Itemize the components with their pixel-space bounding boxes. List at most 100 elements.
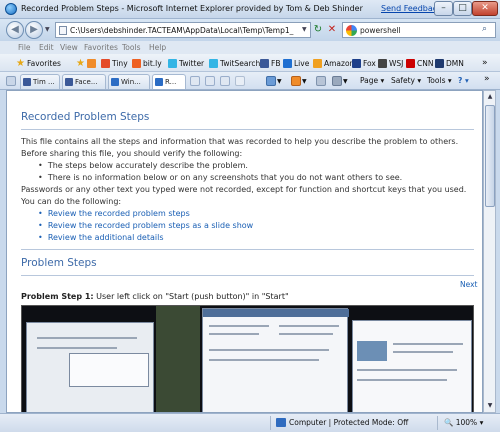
menu-view[interactable]: View xyxy=(60,43,78,52)
favorite-live[interactable]: Live xyxy=(283,57,309,69)
scroll-thumb[interactable] xyxy=(485,105,495,207)
stop-button[interactable]: ✕ xyxy=(325,22,339,38)
review-steps-link[interactable]: • Review the recorded problem steps xyxy=(38,209,190,218)
menu-tools[interactable]: Tools xyxy=(122,43,140,52)
google-icon xyxy=(346,25,357,36)
menu-edit[interactable]: Edit xyxy=(39,43,54,52)
menu-favorites[interactable]: Favorites xyxy=(84,43,118,52)
favorite-twitsearch[interactable]: TwitSearch xyxy=(209,57,260,69)
title-divider xyxy=(21,129,474,130)
address-dropdown-icon[interactable]: ▼ xyxy=(302,26,307,33)
zoom-icon: 🔍 xyxy=(444,418,454,427)
address-toolbar: ◀ ▶ ▼ C:\Users\debshinder.TACTEAM\AppDat… xyxy=(0,19,500,41)
favorite-fox[interactable]: Fox xyxy=(352,57,376,69)
menu-bar: File Edit View Favorites Tools Help xyxy=(0,41,500,54)
search-box[interactable]: ⌕ xyxy=(342,22,496,38)
add-favorite-button[interactable]: ★ xyxy=(76,57,87,69)
bitly-icon xyxy=(132,58,141,68)
step-screenshot[interactable] xyxy=(21,305,474,412)
tab-icon-3[interactable] xyxy=(220,76,230,86)
back-arrow-icon: ◀ xyxy=(11,24,19,35)
options-intro: You can do the following: xyxy=(21,197,122,206)
command-overflow-icon[interactable]: » xyxy=(484,74,490,84)
security-zone[interactable]: Computer | Protected Mode: Off xyxy=(276,418,408,427)
menu-help[interactable]: Help xyxy=(149,43,166,52)
address-url[interactable]: C:\Users\debshinder.TACTEAM\AppData\Loca… xyxy=(70,26,298,35)
favorite-wsj[interactable]: WSJ xyxy=(378,57,403,69)
scroll-up-icon[interactable]: ▲ xyxy=(485,92,495,102)
back-button[interactable]: ◀ xyxy=(6,21,24,39)
zoom-level[interactable]: 🔍 100% ▾ xyxy=(444,418,483,427)
refresh-button[interactable]: ↻ xyxy=(311,22,325,38)
favorite-cnn[interactable]: CNN xyxy=(406,57,433,69)
menu-file[interactable]: File xyxy=(18,43,31,52)
bullet-item: • There is no information below or on an… xyxy=(38,173,403,182)
forward-arrow-icon: ▶ xyxy=(30,24,38,35)
feeds-dropdown-icon[interactable]: ▼ xyxy=(302,78,307,85)
tab-tim[interactable]: Tim ... xyxy=(20,74,60,89)
review-details-link[interactable]: • Review the additional details xyxy=(38,233,164,242)
favorite-twitter[interactable]: Twitter xyxy=(168,57,204,69)
tab-recorded-steps-icon xyxy=(155,78,163,86)
quick-tabs-icon[interactable] xyxy=(6,76,16,86)
favorites-button[interactable]: ★ Favorites xyxy=(16,57,61,69)
review-slideshow-link[interactable]: • Review the recorded problem steps as a… xyxy=(38,221,253,230)
tab-windows[interactable]: Win... xyxy=(108,74,150,89)
page-menu[interactable]: Page ▾ xyxy=(360,76,384,85)
tab-icon-1[interactable] xyxy=(190,76,200,86)
screenshot-window xyxy=(202,308,349,412)
close-button[interactable]: ✕ xyxy=(472,1,498,16)
tab-facebook[interactable]: Face... xyxy=(62,74,106,89)
tab-recorded-steps[interactable]: R... xyxy=(152,74,186,89)
vertical-scrollbar[interactable]: ▲ ▼ xyxy=(483,90,496,413)
favorites-bar: ★ Favorites ★ Tiny bit.ly Twitter TwitSe… xyxy=(0,54,500,72)
mail-icon[interactable] xyxy=(316,76,326,86)
new-tab-icon[interactable] xyxy=(235,76,245,86)
title-bar: Recorded Problem Steps - Microsoft Inter… xyxy=(0,0,500,19)
help-menu[interactable]: ? ▾ xyxy=(458,76,469,85)
window-title: Recorded Problem Steps - Microsoft Inter… xyxy=(21,4,363,13)
favorite-fb[interactable]: FB xyxy=(260,57,280,69)
screenshot-photo xyxy=(156,306,200,412)
favorites-overflow-icon[interactable]: » xyxy=(482,57,488,69)
cnn-icon xyxy=(406,58,415,68)
minimize-icon: – xyxy=(441,3,446,13)
print-icon[interactable] xyxy=(332,76,342,86)
safety-menu[interactable]: Safety ▾ xyxy=(391,76,421,85)
search-input[interactable] xyxy=(360,24,478,36)
twitsearch-icon xyxy=(209,58,218,68)
feeds-icon[interactable] xyxy=(291,76,301,86)
send-feedback-link[interactable]: Send Feedback xyxy=(381,4,442,13)
home-dropdown-icon[interactable]: ▼ xyxy=(277,78,282,85)
minimize-button[interactable]: – xyxy=(434,1,453,16)
scroll-down-icon[interactable]: ▼ xyxy=(485,401,495,411)
status-bar: Computer | Protected Mode: Off 🔍 100% ▾ xyxy=(0,413,500,432)
tab-windows-icon xyxy=(111,78,119,86)
maximize-button[interactable]: □ xyxy=(453,1,472,16)
ie-icon xyxy=(5,3,17,15)
feed-button[interactable] xyxy=(87,57,98,69)
forward-button[interactable]: ▶ xyxy=(25,21,43,39)
tools-menu[interactable]: Tools ▾ xyxy=(427,76,452,85)
favorite-bitly[interactable]: bit.ly xyxy=(132,57,162,69)
section-divider xyxy=(21,275,474,276)
tab-command-bar: Tim ... Face... Win... R... ▼ ▼ ▼ Page ▾… xyxy=(0,72,500,90)
address-bar[interactable]: C:\Users\debshinder.TACTEAM\AppData\Loca… xyxy=(55,22,311,38)
favorite-dmn[interactable]: DMN xyxy=(435,57,464,69)
print-dropdown-icon[interactable]: ▼ xyxy=(343,78,348,85)
home-icon[interactable] xyxy=(266,76,276,86)
privacy-note: Passwords or any other text you typed we… xyxy=(21,185,467,194)
section-title: Problem Steps xyxy=(21,257,97,269)
tab-icon-2[interactable] xyxy=(205,76,215,86)
favorite-amazon[interactable]: Amazon xyxy=(313,57,354,69)
page-title: Recorded Problem Steps xyxy=(21,111,150,123)
facebook-icon xyxy=(260,58,269,68)
favorite-tiny[interactable]: Tiny xyxy=(101,57,128,69)
section-divider xyxy=(21,249,474,250)
page-icon xyxy=(59,26,67,35)
recent-pages-dropdown-icon[interactable]: ▼ xyxy=(45,26,50,33)
add-favorite-icon: ★ xyxy=(76,57,85,69)
tab-facebook-icon xyxy=(65,78,73,86)
search-icon[interactable]: ⌕ xyxy=(482,24,487,34)
next-link[interactable]: Next xyxy=(460,280,477,289)
